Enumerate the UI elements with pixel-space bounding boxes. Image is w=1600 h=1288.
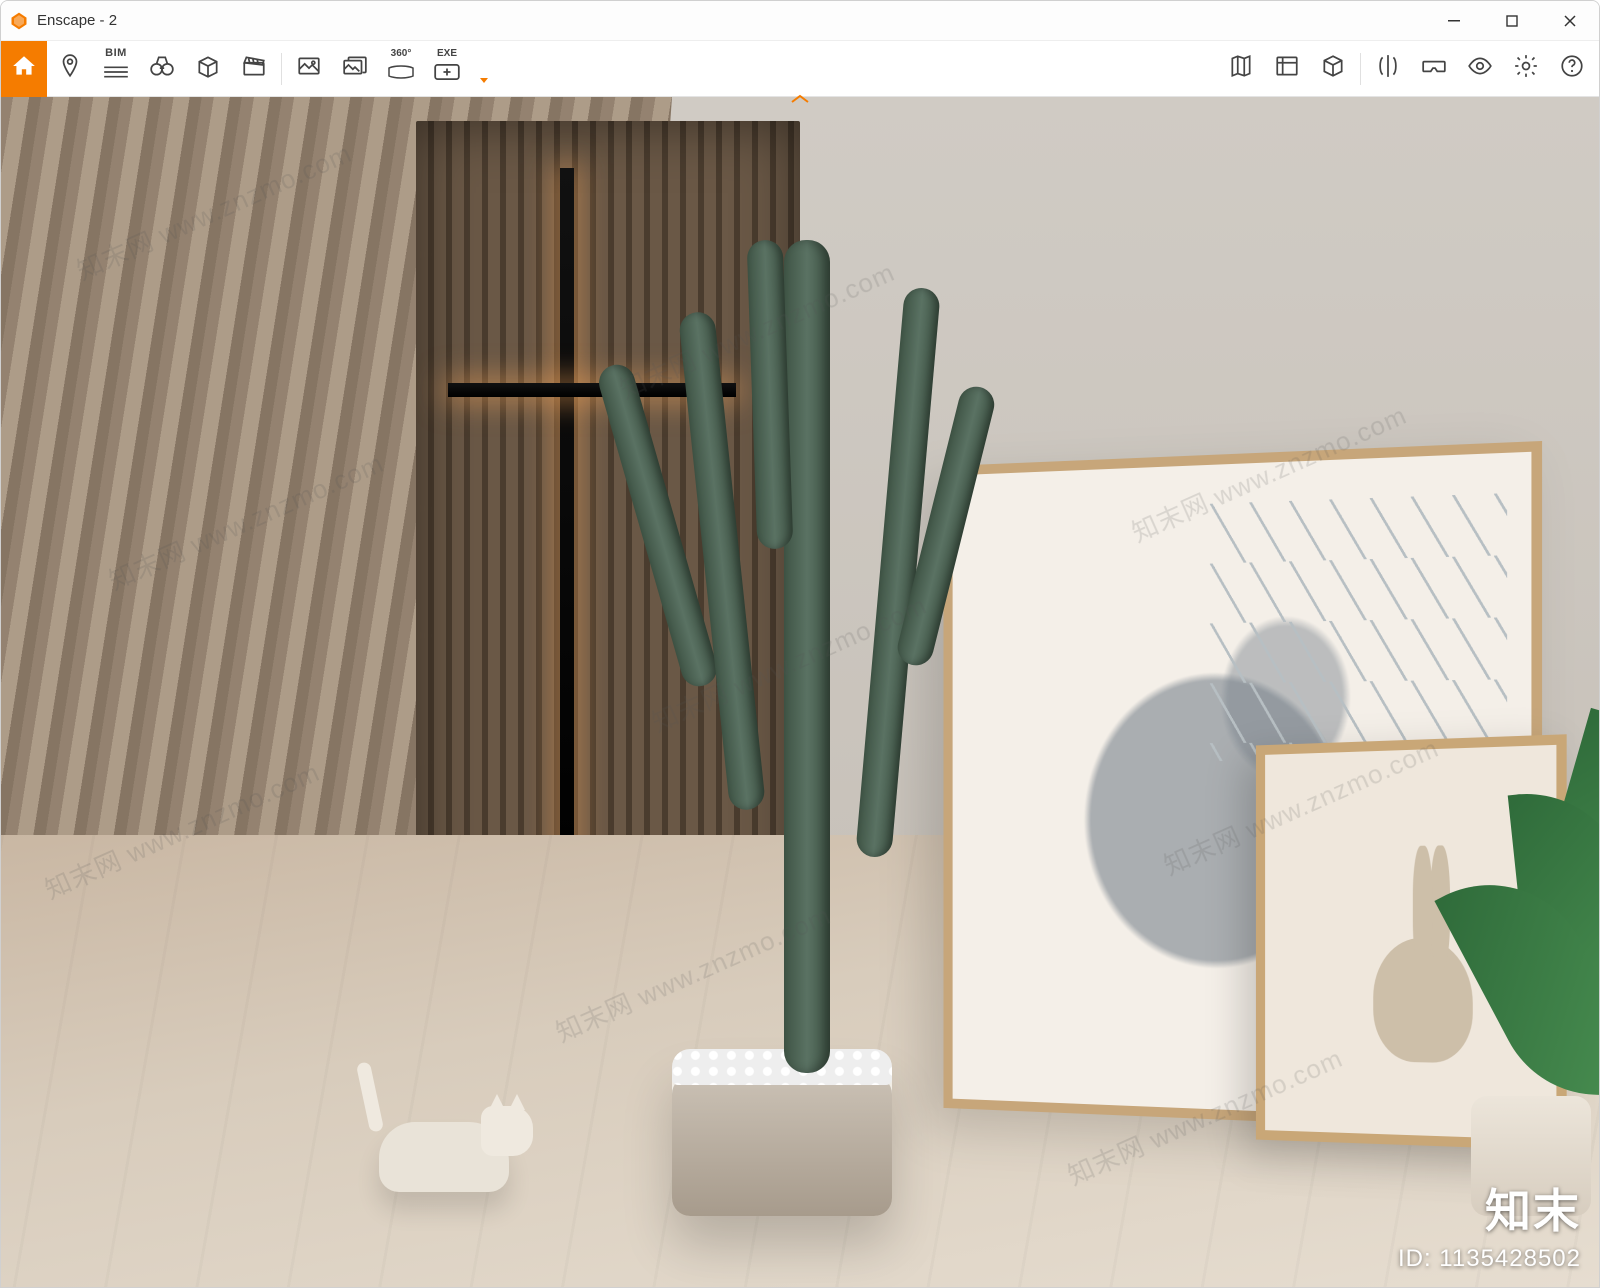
- gear-icon: [1513, 53, 1539, 84]
- home-icon: [11, 53, 37, 84]
- toolbar-right: [1218, 41, 1595, 96]
- favorite-views-button[interactable]: [47, 41, 93, 97]
- visibility-button[interactable]: [1457, 41, 1503, 97]
- batch-render-button[interactable]: [332, 41, 378, 97]
- perspective-box-icon: [195, 53, 221, 84]
- screenshot-button[interactable]: [286, 41, 332, 97]
- chevron-down-icon: [480, 78, 488, 83]
- help-icon: [1559, 53, 1585, 84]
- cube-icon: [1320, 53, 1346, 84]
- chevron-up-icon: [788, 93, 812, 105]
- toolbar-left: BIM: [1, 41, 492, 96]
- binoculars-icon: [149, 53, 175, 84]
- exe-label: EXE: [437, 48, 457, 59]
- video-path-button[interactable]: [231, 41, 277, 97]
- vr-headset-icon: [1421, 53, 1447, 84]
- asset-library-button[interactable]: [1264, 41, 1310, 97]
- bim-mode-button[interactable]: BIM: [93, 41, 139, 97]
- window-title: Enscape - 2: [37, 12, 117, 29]
- collapse-toolbar-button[interactable]: [788, 92, 812, 110]
- asset-library-icon: [1274, 53, 1300, 84]
- minimap-icon: [1228, 53, 1254, 84]
- cactus-trunk: [784, 240, 830, 1073]
- export-exe-button[interactable]: EXE: [424, 41, 470, 97]
- minimap-button[interactable]: [1218, 41, 1264, 97]
- titlebar-left: Enscape - 2: [9, 11, 117, 31]
- close-button[interactable]: [1541, 1, 1599, 40]
- settings-button[interactable]: [1503, 41, 1549, 97]
- bim-label: BIM: [105, 47, 127, 59]
- white-pebbles: [672, 1049, 892, 1085]
- help-button[interactable]: [1549, 41, 1595, 97]
- toolbar-more-button[interactable]: [470, 41, 492, 97]
- white-mode-button[interactable]: [1310, 41, 1356, 97]
- home-button[interactable]: [1, 41, 47, 97]
- app-icon: [9, 11, 29, 31]
- perspective-button[interactable]: [185, 41, 231, 97]
- cat-ear: [489, 1094, 505, 1110]
- main-toolbar: BIM: [1, 41, 1599, 97]
- screenshot-icon: [296, 53, 322, 84]
- cat-figurine: [369, 1082, 529, 1192]
- titlebar: Enscape - 2: [1, 1, 1599, 41]
- explore-button[interactable]: [139, 41, 185, 97]
- batch-screenshot-icon: [342, 53, 368, 84]
- plant-pot-right: [1471, 1096, 1591, 1216]
- cat-head: [481, 1106, 533, 1156]
- clapperboard-icon: [241, 53, 267, 84]
- cat-ear: [509, 1094, 525, 1110]
- cross-light-vertical: [560, 168, 574, 882]
- deer-antlers: [1208, 493, 1506, 761]
- compare-button[interactable]: [1365, 41, 1411, 97]
- toolbar-separator-right: [1360, 53, 1361, 85]
- rendered-scene: 知末网 www.znzmo.com 知末网 www.znzmo.com 知末网 …: [1, 97, 1599, 1287]
- export-exe-icon: [434, 59, 460, 90]
- panorama-360-icon: [388, 59, 414, 90]
- app-window: Enscape - 2: [0, 0, 1600, 1288]
- render-viewport[interactable]: 知末网 www.znzmo.com 知末网 www.znzmo.com 知末网 …: [1, 97, 1599, 1287]
- pano-label: 360°: [391, 48, 412, 59]
- panorama-button[interactable]: 360°: [378, 41, 424, 97]
- bim-lines-icon: [103, 59, 129, 90]
- vr-button[interactable]: [1411, 41, 1457, 97]
- location-pin-icon: [57, 53, 83, 84]
- compare-split-icon: [1375, 53, 1401, 84]
- window-controls: [1425, 1, 1599, 40]
- toolbar-separator: [281, 53, 282, 85]
- minimize-button[interactable]: [1425, 1, 1483, 40]
- eye-icon: [1467, 53, 1493, 84]
- maximize-button[interactable]: [1483, 1, 1541, 40]
